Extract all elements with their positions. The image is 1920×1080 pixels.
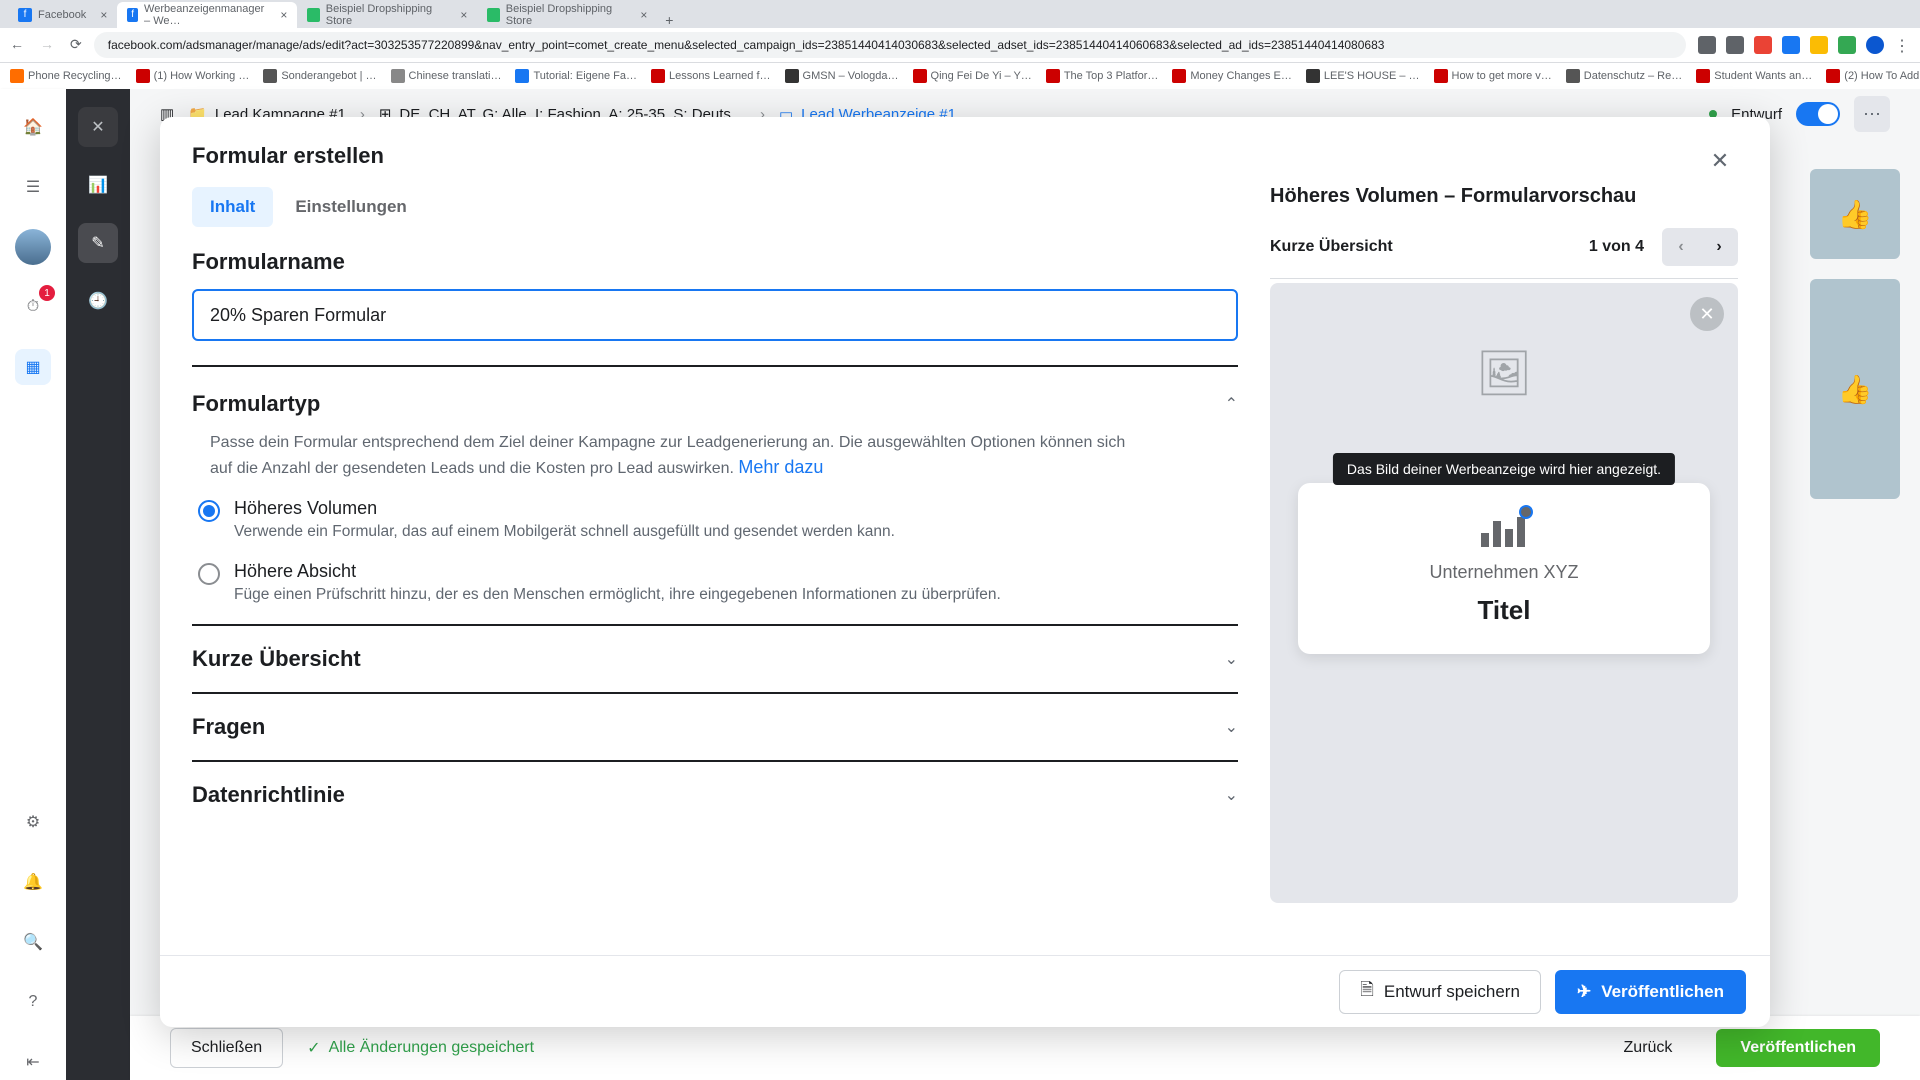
ext-icon[interactable] xyxy=(1810,36,1828,54)
ext-icon[interactable] xyxy=(1838,36,1856,54)
close-icon[interactable]: × xyxy=(280,8,287,22)
modal-title: Formular erstellen xyxy=(192,143,384,169)
phone-preview: ✕ 🖼 Das Bild deiner Werbeanzeige wird hi… xyxy=(1270,283,1738,903)
formtype-header[interactable]: Formulartyp ⌃ xyxy=(192,391,1238,417)
bookmark[interactable]: Lessons Learned f… xyxy=(651,69,771,83)
pager-next[interactable]: › xyxy=(1700,228,1738,266)
browser-tab[interactable]: Beispiel Dropshipping Store× xyxy=(477,2,657,28)
modal-tabs: Inhalt Einstellungen xyxy=(192,187,1238,227)
bookmark[interactable]: Chinese translati… xyxy=(391,69,502,83)
preview-column: ✕ Höheres Volumen – Formularvorschau Kur… xyxy=(1270,117,1770,955)
tab-settings[interactable]: Einstellungen xyxy=(277,187,424,227)
bookmark[interactable]: Tutorial: Eigene Fa… xyxy=(515,69,637,83)
send-icon: ✈ xyxy=(1577,982,1591,1002)
modal-footer: 🗎 Entwurf speichern ✈ Veröffentlichen xyxy=(160,955,1770,1027)
nav-reload-icon[interactable]: ⟳ xyxy=(70,36,82,53)
tab-strip: fFacebook× fWerbeanzeigenmanager – We…× … xyxy=(0,0,1920,28)
form-create-modal: Formular erstellen Inhalt Einstellungen … xyxy=(160,117,1770,1027)
bookmark[interactable]: GMSN – Vologda… xyxy=(785,69,899,83)
section-questions[interactable]: Fragen ⌄ xyxy=(192,692,1238,760)
nav-forward-icon[interactable]: → xyxy=(40,36,54,53)
bookmark[interactable]: Qing Fei De Yi – Y… xyxy=(913,69,1032,83)
radio-icon[interactable] xyxy=(198,563,220,585)
preview-card: Unternehmen XYZ Titel xyxy=(1298,483,1710,654)
pager-position: 1 von 4 xyxy=(1589,238,1644,256)
star-icon[interactable] xyxy=(1726,36,1744,54)
preview-summary-label: Kurze Übersicht xyxy=(1270,238,1393,256)
ext-icon[interactable] xyxy=(1782,36,1800,54)
preview-tooltip: Das Bild deiner Werbeanzeige wird hier a… xyxy=(1333,453,1675,485)
modal-backdrop: Formular erstellen Inhalt Einstellungen … xyxy=(0,89,1920,1080)
learn-more-link[interactable]: Mehr dazu xyxy=(738,457,823,477)
chevron-down-icon: ⌄ xyxy=(1225,785,1238,805)
form-column: Formular erstellen Inhalt Einstellungen … xyxy=(160,117,1270,955)
address-bar: ← → ⟳ facebook.com/adsmanager/manage/ads… xyxy=(0,28,1920,62)
preview-title: Höheres Volumen – Formularvorschau xyxy=(1270,185,1738,208)
browser-tab[interactable]: fFacebook× xyxy=(8,2,117,28)
section-overview[interactable]: Kurze Übersicht ⌄ xyxy=(192,624,1238,692)
extension-icons: ⋮ xyxy=(1698,36,1910,54)
url-field[interactable]: facebook.com/adsmanager/manage/ads/edit?… xyxy=(94,32,1686,58)
bookmark[interactable]: Money Changes E… xyxy=(1172,69,1292,83)
bookmark[interactable]: How to get more v… xyxy=(1434,69,1552,83)
chevron-down-icon: ⌄ xyxy=(1225,717,1238,737)
radio-icon[interactable] xyxy=(198,500,220,522)
preview-card-title: Titel xyxy=(1318,595,1690,626)
bookmark[interactable]: Datenschutz – Re… xyxy=(1566,69,1682,83)
image-placeholder-icon: 🖼 xyxy=(1270,283,1738,463)
modal-close-button[interactable]: ✕ xyxy=(1702,143,1738,179)
section-privacy[interactable]: Datenrichtlinie ⌄ xyxy=(192,760,1238,828)
bookmarks-bar: Phone Recycling… (1) How Working … Sonde… xyxy=(0,63,1920,89)
browser-chrome: fFacebook× fWerbeanzeigenmanager – We…× … xyxy=(0,0,1920,63)
chevron-up-icon: ⌃ xyxy=(1225,394,1238,414)
bookmark[interactable]: Sonderangebot | … xyxy=(263,69,376,83)
formname-label: Formularname xyxy=(192,249,1238,275)
menu-icon[interactable]: ⋮ xyxy=(1894,36,1910,54)
preview-org: Unternehmen XYZ xyxy=(1318,562,1690,583)
formname-input[interactable] xyxy=(192,289,1238,341)
chart-icon xyxy=(1318,511,1690,556)
bookmark[interactable]: The Top 3 Platfor… xyxy=(1046,69,1159,83)
tab-content[interactable]: Inhalt xyxy=(192,187,273,227)
close-icon[interactable]: × xyxy=(460,8,467,22)
save-draft-button[interactable]: 🗎 Entwurf speichern xyxy=(1339,970,1541,1014)
formtype-desc: Passe dein Formular entsprechend dem Zie… xyxy=(210,431,1130,480)
bookmark[interactable]: LEE'S HOUSE – … xyxy=(1306,69,1420,83)
ext-icon[interactable] xyxy=(1698,36,1716,54)
radio-higher-volume[interactable]: Höheres Volumen Verwende ein Formular, d… xyxy=(198,498,1238,541)
close-icon[interactable]: × xyxy=(640,8,647,22)
ext-icon[interactable] xyxy=(1754,36,1772,54)
chevron-down-icon: ⌄ xyxy=(1225,649,1238,669)
bookmark[interactable]: (2) How To Add A… xyxy=(1826,69,1920,83)
bookmark[interactable]: (1) How Working … xyxy=(136,69,250,83)
profile-icon[interactable] xyxy=(1866,36,1884,54)
nav-back-icon[interactable]: ← xyxy=(10,36,24,53)
browser-tab[interactable]: Beispiel Dropshipping Store× xyxy=(297,2,477,28)
draft-icon: 🗎 xyxy=(1360,977,1374,1006)
bookmark[interactable]: Student Wants an… xyxy=(1696,69,1812,83)
publish-form-button[interactable]: ✈ Veröffentlichen xyxy=(1555,970,1746,1014)
bookmark[interactable]: Phone Recycling… xyxy=(10,69,122,83)
pager-prev[interactable]: ‹ xyxy=(1662,228,1700,266)
new-tab-button[interactable]: + xyxy=(657,12,681,28)
radio-higher-intent[interactable]: Höhere Absicht Füge einen Prüfschritt hi… xyxy=(198,561,1238,604)
browser-tab[interactable]: fWerbeanzeigenmanager – We…× xyxy=(117,2,297,28)
close-icon[interactable]: × xyxy=(100,8,107,22)
